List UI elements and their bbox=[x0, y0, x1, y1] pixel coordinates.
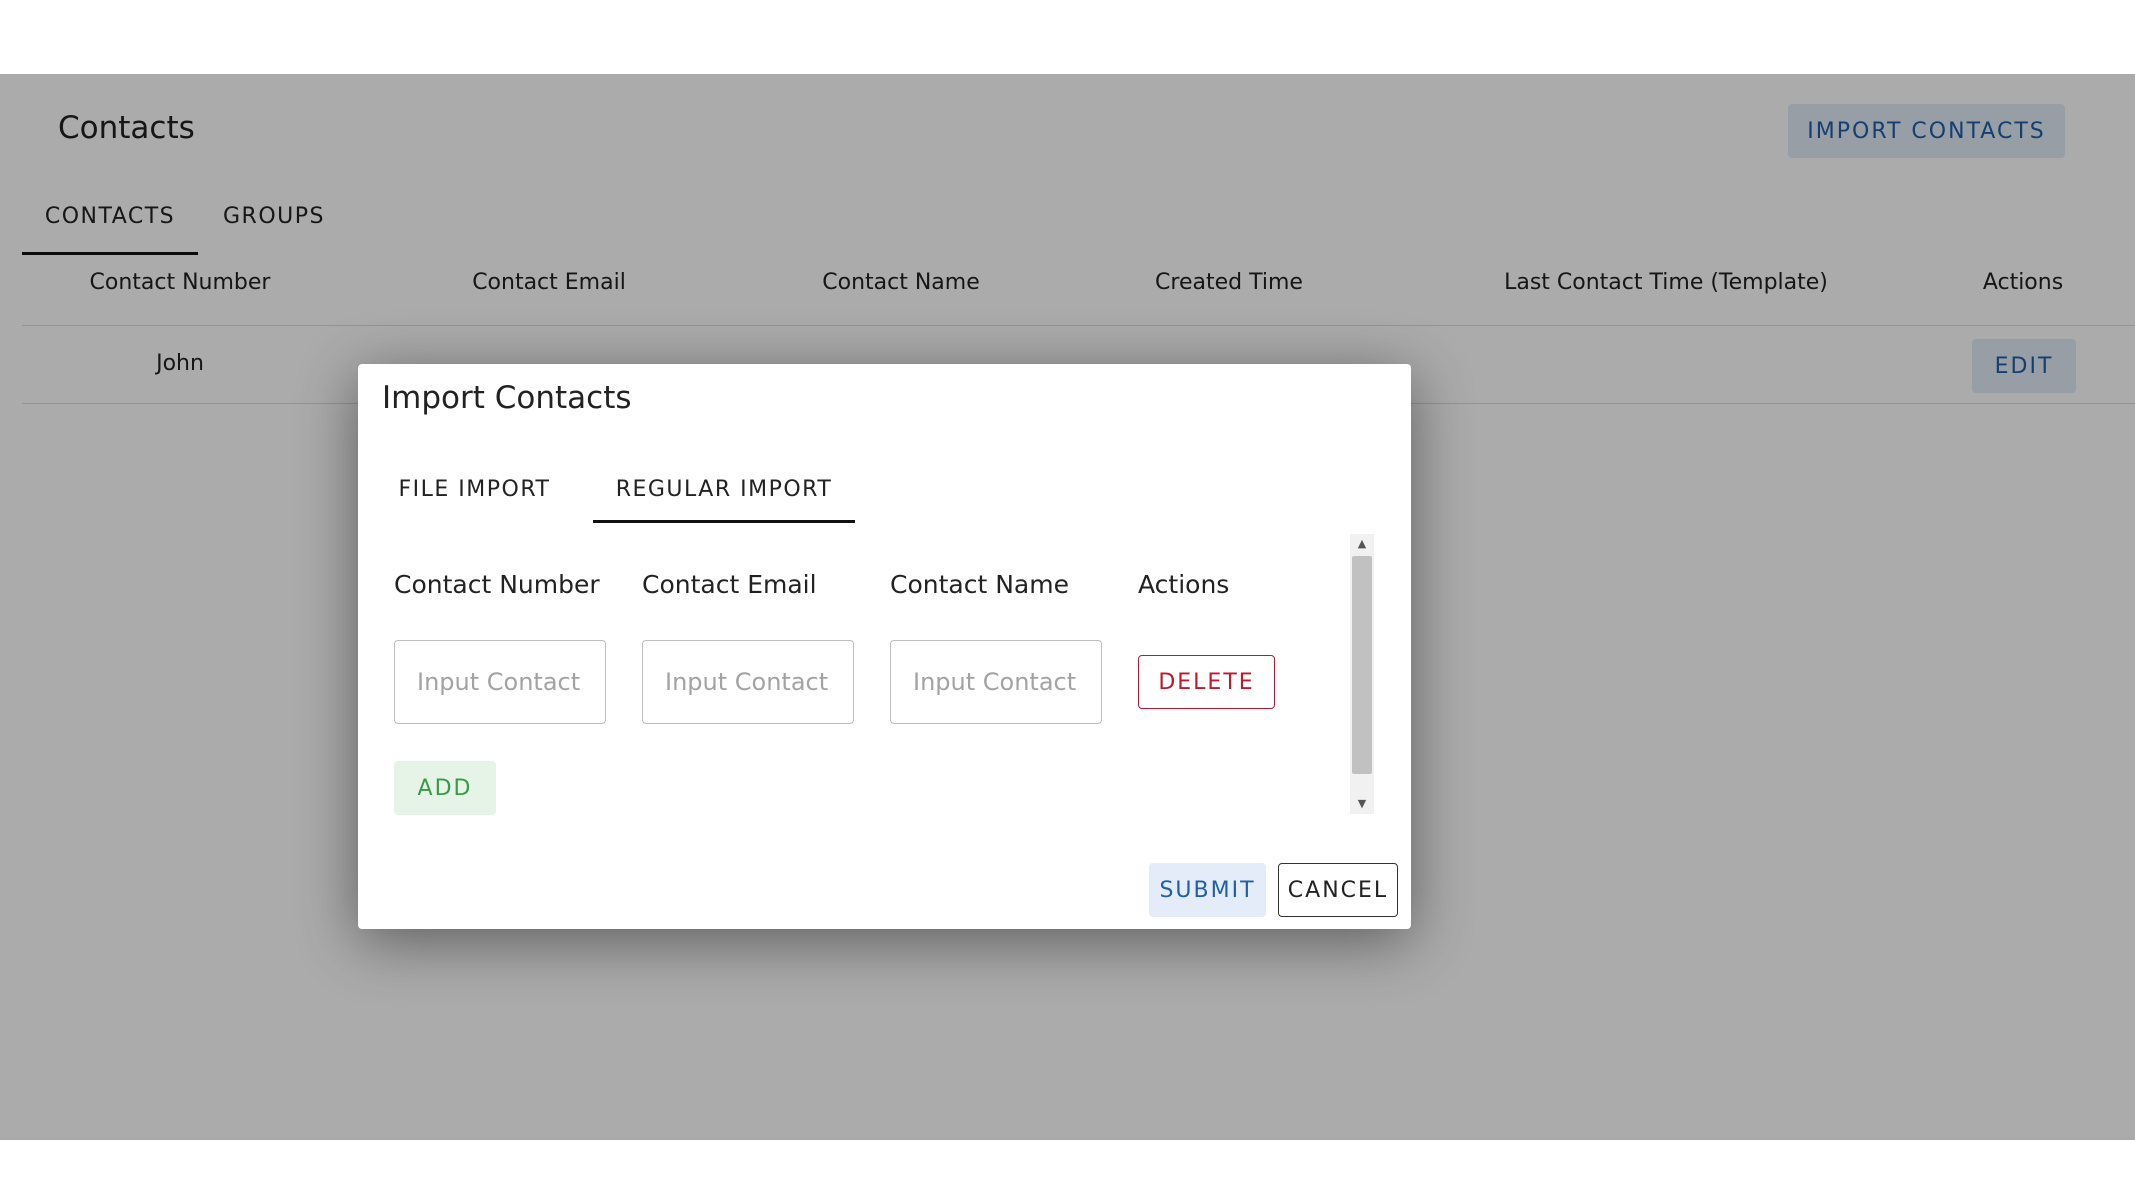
column-header-actions: Actions bbox=[1138, 570, 1230, 599]
scrollbar-thumb[interactable] bbox=[1352, 556, 1372, 774]
column-header-contact-number: Contact Number bbox=[394, 570, 600, 599]
tab-file-import[interactable]: FILE IMPORT bbox=[382, 464, 567, 520]
add-button[interactable]: ADD bbox=[394, 761, 496, 815]
scrollbar[interactable]: ▲ ▼ bbox=[1350, 534, 1374, 814]
column-header-contact-email: Contact Email bbox=[642, 570, 817, 599]
column-header-contact-name: Contact Name bbox=[890, 570, 1069, 599]
cancel-button[interactable]: CANCEL bbox=[1278, 863, 1398, 917]
arrow-down-icon[interactable]: ▼ bbox=[1350, 794, 1374, 814]
arrow-up-icon[interactable]: ▲ bbox=[1350, 534, 1374, 554]
contact-email-input[interactable] bbox=[642, 640, 854, 724]
contact-name-input[interactable] bbox=[890, 640, 1102, 724]
dialog-title: Import Contacts bbox=[382, 380, 632, 416]
import-contacts-dialog: Import Contacts FILE IMPORT REGULAR IMPO… bbox=[358, 364, 1411, 929]
contacts-page: Contacts IMPORT CONTACTS CONTACTS GROUPS… bbox=[0, 74, 2135, 1140]
delete-button[interactable]: DELETE bbox=[1138, 655, 1275, 709]
contact-number-input[interactable] bbox=[394, 640, 606, 724]
submit-button[interactable]: SUBMIT bbox=[1149, 863, 1266, 917]
tab-regular-import[interactable]: REGULAR IMPORT bbox=[593, 464, 855, 523]
